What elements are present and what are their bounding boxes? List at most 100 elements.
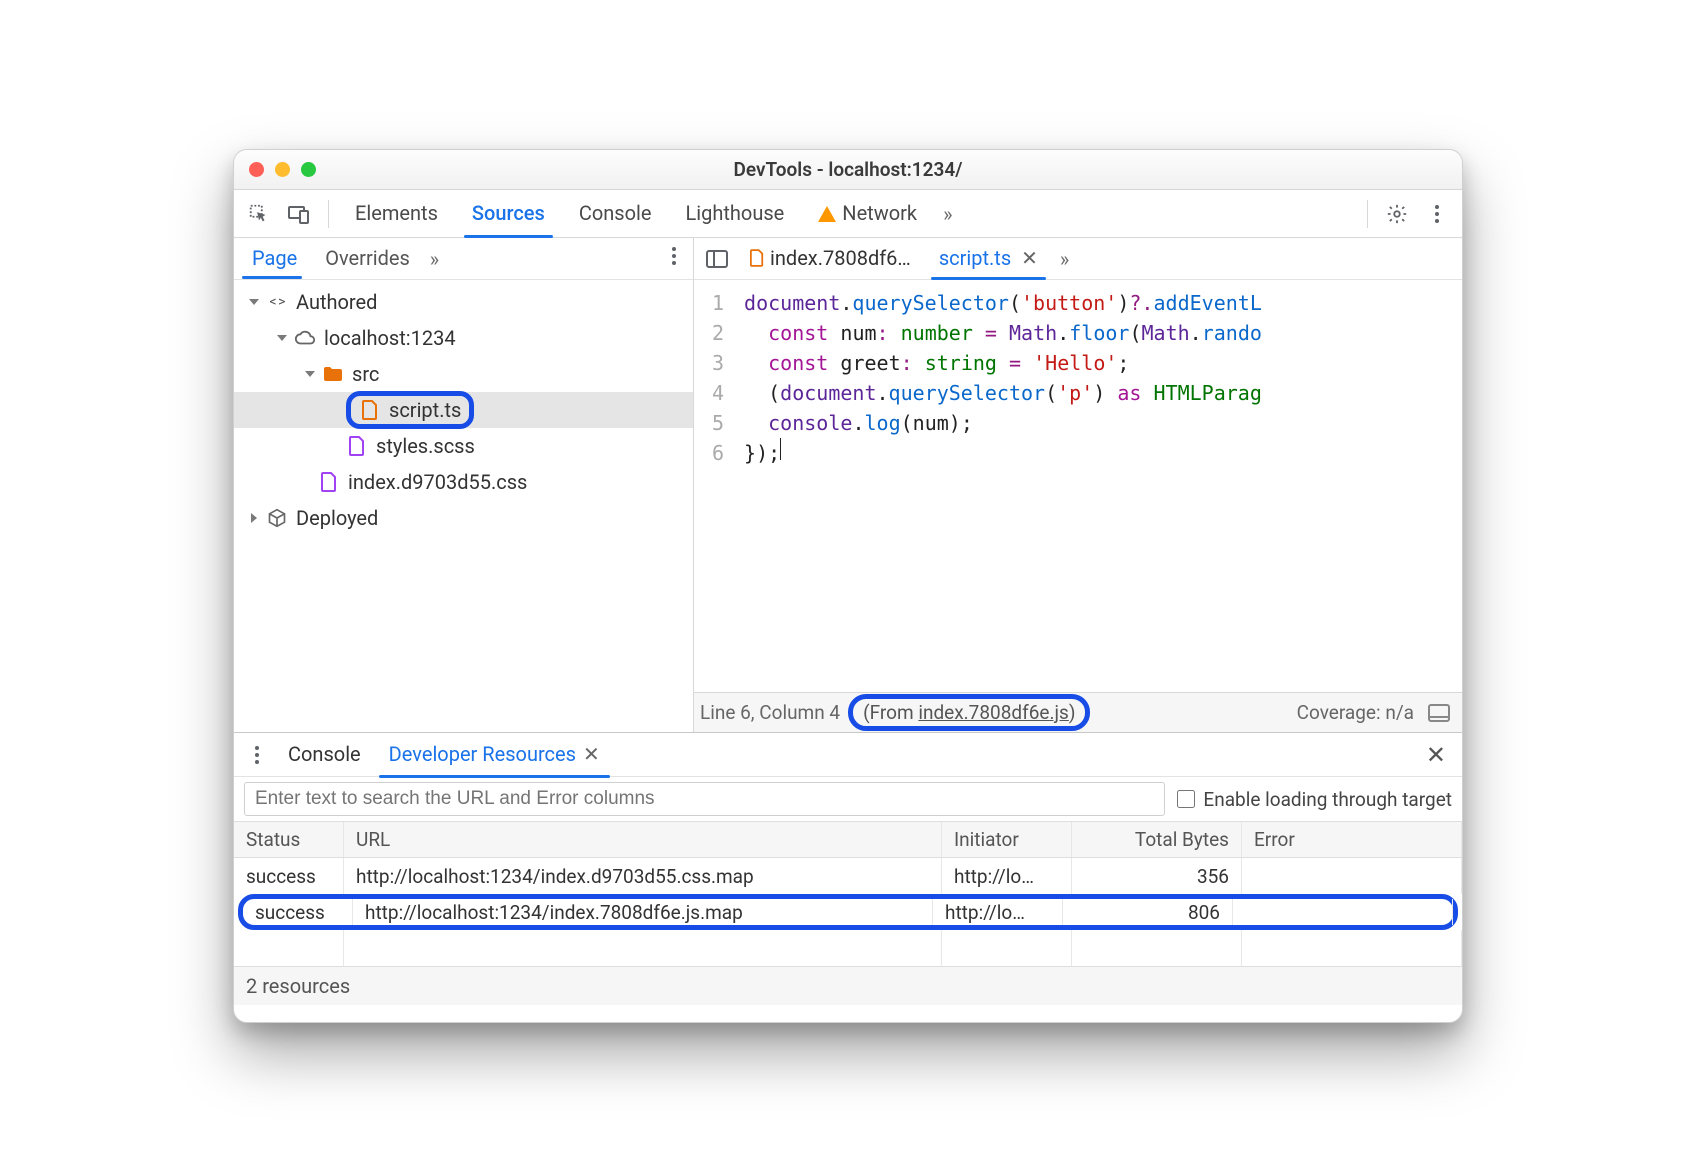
tree-file-styles-scss[interactable]: styles.scss	[234, 428, 693, 464]
pretty-print-icon[interactable]	[1422, 696, 1456, 730]
enable-loading-checkbox-label[interactable]: Enable loading through target	[1177, 788, 1452, 811]
tab-sources[interactable]: Sources	[458, 191, 559, 237]
enable-loading-checkbox[interactable]	[1177, 790, 1195, 808]
navigator-menu-icon[interactable]	[659, 246, 689, 272]
more-tabs-button[interactable]: »	[937, 202, 958, 226]
code-editor[interactable]: 1 2 3 4 5 6 document.querySelector('butt…	[694, 280, 1462, 692]
cube-icon	[266, 507, 288, 529]
tab-network[interactable]: Network	[804, 191, 931, 237]
drawer-panel: Console Developer Resources ✕ ✕ Enable l…	[234, 732, 1462, 1022]
text-cursor	[780, 438, 781, 460]
subtab-page[interactable]: Page	[238, 237, 311, 280]
toolbar-separator	[328, 200, 329, 228]
tree-label: script.ts	[389, 398, 461, 422]
inspect-icon[interactable]	[242, 197, 276, 231]
drawer-tabs: Console Developer Resources ✕ ✕	[234, 733, 1462, 777]
close-drawer-tab-icon[interactable]: ✕	[583, 742, 600, 766]
cell-url: http://localhost:1234/index.d9703d55.css…	[344, 858, 942, 894]
code-icon	[266, 291, 288, 313]
tree-group-authored[interactable]: Authored	[234, 284, 693, 320]
traffic-lights	[249, 162, 316, 177]
cell-error	[1233, 899, 1453, 925]
tab-console[interactable]: Console	[565, 191, 666, 237]
cell-status: success	[243, 899, 353, 925]
col-header-initiator[interactable]: Initiator	[942, 822, 1072, 857]
file-tabs: index.7808df6… script.ts ✕ »	[694, 238, 1462, 280]
disclosure-icon	[246, 294, 262, 310]
close-drawer-icon[interactable]: ✕	[1416, 741, 1456, 769]
drawer-menu-icon[interactable]	[240, 738, 274, 772]
drawer-tab-developer-resources[interactable]: Developer Resources ✕	[375, 732, 614, 777]
file-icon	[359, 399, 381, 421]
tree-label: localhost:1234	[324, 326, 456, 350]
code-body[interactable]: document.querySelector('button')?.addEve…	[734, 280, 1262, 692]
devtools-window: DevTools - localhost:1234/ Elements Sour…	[233, 149, 1463, 1023]
device-toggle-icon[interactable]	[282, 197, 316, 231]
file-tree: Authored localhost:1234 src	[234, 280, 693, 732]
table-row[interactable]: success http://localhost:1234/index.d970…	[234, 858, 1462, 894]
cell-error	[1242, 858, 1462, 894]
main-toolbar: Elements Sources Console Lighthouse Netw…	[234, 190, 1462, 238]
disclosure-icon	[302, 366, 318, 382]
file-icon	[346, 435, 368, 457]
tree-label: Deployed	[296, 506, 378, 530]
cloud-icon	[294, 327, 316, 349]
tree-host[interactable]: localhost:1234	[234, 320, 693, 356]
file-tab-label: script.ts	[939, 246, 1011, 270]
tree-label: styles.scss	[376, 434, 475, 458]
tree-folder-src[interactable]: src	[234, 356, 693, 392]
tree-label: Authored	[296, 290, 377, 314]
tree-group-deployed[interactable]: Deployed	[234, 500, 693, 536]
subtab-overrides[interactable]: Overrides	[311, 237, 424, 280]
warning-icon	[818, 204, 836, 222]
window-title: DevTools - localhost:1234/	[234, 158, 1462, 181]
col-header-status[interactable]: Status	[234, 822, 344, 857]
file-tab-index-js[interactable]: index.7808df6…	[738, 238, 923, 279]
col-header-url[interactable]: URL	[344, 822, 942, 857]
more-subtabs-button[interactable]: »	[424, 247, 445, 271]
resources-table: Status URL Initiator Total Bytes Error s…	[234, 821, 1462, 967]
tab-elements[interactable]: Elements	[341, 191, 452, 237]
tree-file-script-ts[interactable]: script.ts	[234, 392, 693, 428]
tree-label: index.d9703d55.css	[348, 470, 527, 494]
minimize-window-button[interactable]	[275, 162, 290, 177]
editor-pane: index.7808df6… script.ts ✕ » 1 2 3 4 5 6…	[694, 238, 1462, 732]
cell-bytes: 806	[1063, 899, 1233, 925]
kebab-menu-icon[interactable]	[1420, 197, 1454, 231]
table-header: Status URL Initiator Total Bytes Error	[234, 822, 1462, 858]
drawer-search-row: Enable loading through target	[234, 777, 1462, 821]
resource-search-input[interactable]	[244, 782, 1165, 816]
cell-bytes: 356	[1072, 858, 1242, 894]
drawer-footer: 2 resources	[234, 967, 1462, 1005]
navigator-pane: Page Overrides » Authored	[234, 238, 694, 732]
zoom-window-button[interactable]	[301, 162, 316, 177]
line-gutter: 1 2 3 4 5 6	[694, 280, 734, 692]
file-icon	[318, 471, 340, 493]
resource-count: 2 resources	[246, 974, 350, 998]
drawer-tab-console[interactable]: Console	[274, 732, 375, 777]
disclosure-icon	[274, 330, 290, 346]
sourcemap-origin-link[interactable]: index.7808df6e.js	[918, 701, 1069, 724]
sourcemap-origin[interactable]: (From index.7808df6e.js)	[848, 694, 1090, 731]
close-window-button[interactable]	[249, 162, 264, 177]
cursor-position: Line 6, Column 4	[700, 701, 840, 724]
toggle-navigator-icon[interactable]	[700, 242, 734, 276]
tree-file-index-css[interactable]: index.d9703d55.css	[234, 464, 693, 500]
settings-icon[interactable]	[1380, 197, 1414, 231]
tree-label: src	[352, 362, 379, 386]
window-titlebar: DevTools - localhost:1234/	[234, 150, 1462, 190]
col-header-total-bytes[interactable]: Total Bytes	[1072, 822, 1242, 857]
cell-initiator: http://lo…	[942, 858, 1072, 894]
col-header-error[interactable]: Error	[1242, 822, 1462, 857]
tab-lighthouse[interactable]: Lighthouse	[671, 191, 798, 237]
folder-icon	[322, 363, 344, 385]
table-row[interactable]: success http://localhost:1234/index.7808…	[238, 894, 1458, 930]
file-tab-script-ts[interactable]: script.ts ✕	[927, 238, 1050, 279]
more-file-tabs-button[interactable]: »	[1054, 247, 1075, 271]
close-tab-icon[interactable]: ✕	[1021, 246, 1038, 270]
cell-status: success	[234, 858, 344, 894]
file-tab-label: index.7808df6…	[770, 246, 911, 270]
cell-initiator: http://lo…	[933, 899, 1063, 925]
toolbar-separator	[1367, 200, 1368, 228]
editor-statusbar: Line 6, Column 4 (From index.7808df6e.js…	[694, 692, 1462, 732]
